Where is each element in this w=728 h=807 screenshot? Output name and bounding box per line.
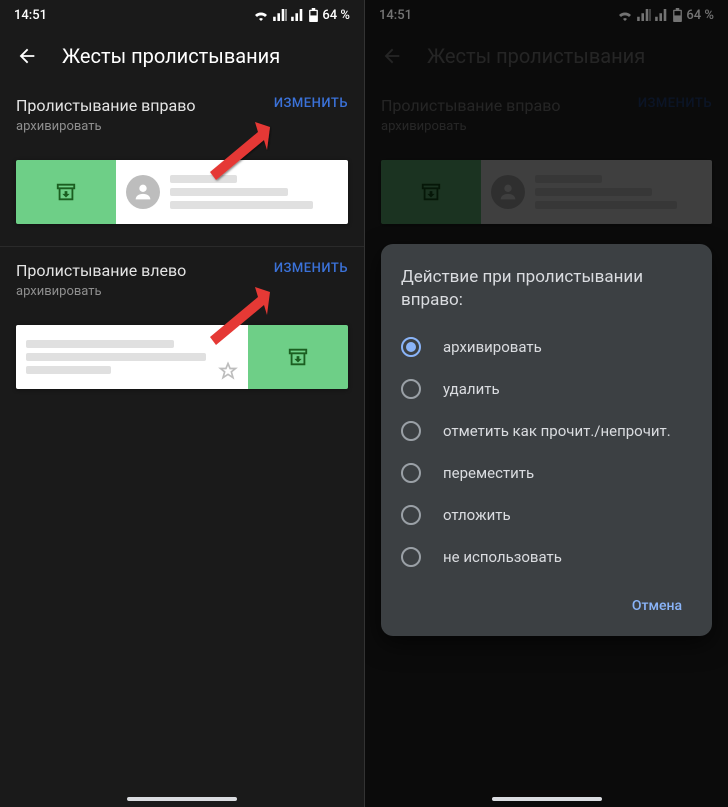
swipe-left-section: Пролистывание влево архивировать ИЗМЕНИТ… — [0, 247, 364, 309]
radio-circle-icon — [401, 463, 421, 483]
cancel-button[interactable]: Отмена — [622, 590, 692, 622]
left-phone-screen: 14:51 64 % Жесты пролистывания Пролистыв… — [0, 0, 364, 807]
swipe-right-subtitle: архивировать — [16, 119, 195, 134]
text-placeholder — [26, 335, 238, 379]
app-bar: Жесты пролистывания — [0, 30, 364, 82]
radio-circle-icon — [401, 505, 421, 525]
swipe-left-subtitle: архивировать — [16, 284, 186, 299]
radio-option[interactable]: отложить — [401, 494, 692, 536]
archive-icon — [287, 346, 309, 368]
right-phone-screen: 14:51 64 % Жесты пролистывания Пролистыв… — [364, 0, 728, 807]
radio-circle-icon — [401, 547, 421, 567]
radio-label: архивировать — [443, 338, 542, 356]
dialog-title: Действие при пролистывании вправо: — [401, 266, 692, 312]
status-bar: 14:51 64 % — [0, 0, 364, 30]
radio-option[interactable]: удалить — [401, 368, 692, 410]
gesture-navbar[interactable] — [492, 797, 602, 801]
page-title: Жесты пролистывания — [62, 44, 280, 68]
status-time: 14:51 — [14, 8, 47, 23]
radio-circle-icon — [401, 379, 421, 399]
dialog-actions: Отмена — [401, 578, 692, 622]
battery-percent: 64 % — [322, 8, 350, 23]
radio-circle-icon — [401, 421, 421, 441]
archive-action-bg — [248, 325, 348, 389]
signal-icon — [273, 9, 287, 21]
archive-icon — [55, 181, 77, 203]
star-icon — [218, 361, 238, 381]
avatar-icon — [126, 175, 160, 209]
wifi-icon — [253, 9, 269, 21]
swipe-left-preview — [16, 325, 348, 389]
swipe-right-section: Пролистывание вправо архивировать ИЗМЕНИ… — [0, 82, 364, 144]
swipe-left-change-button[interactable]: ИЗМЕНИТЬ — [274, 261, 348, 276]
mail-item-preview — [116, 160, 348, 224]
radio-group: архивировать удалить отметить как прочит./… — [401, 326, 692, 578]
swipe-right-preview — [16, 160, 348, 224]
radio-label: удалить — [443, 380, 500, 398]
swipe-right-change-button[interactable]: ИЗМЕНИТЬ — [274, 96, 348, 111]
radio-circle-icon — [401, 337, 421, 357]
swipe-left-title: Пролистывание влево — [16, 261, 186, 280]
radio-option[interactable]: архивировать — [401, 326, 692, 368]
radio-option[interactable]: отметить как прочит./непрочит. — [401, 410, 692, 452]
back-arrow-icon[interactable] — [16, 45, 38, 67]
gesture-navbar[interactable] — [127, 797, 237, 801]
radio-label: не использовать — [443, 548, 562, 566]
battery-icon — [309, 8, 318, 22]
radio-option[interactable]: переместить — [401, 452, 692, 494]
status-icons: 64 % — [253, 8, 350, 23]
text-placeholder — [170, 170, 338, 214]
swipe-right-title: Пролистывание вправо — [16, 96, 195, 115]
radio-label: переместить — [443, 464, 534, 482]
signal2-icon — [291, 9, 305, 21]
archive-action-bg — [16, 160, 116, 224]
radio-label: отметить как прочит./непрочит. — [443, 422, 671, 440]
radio-label: отложить — [443, 506, 511, 524]
swipe-action-dialog: Действие при пролистывании вправо: архив… — [381, 244, 712, 636]
radio-option[interactable]: не использовать — [401, 536, 692, 578]
mail-item-preview — [16, 325, 248, 389]
